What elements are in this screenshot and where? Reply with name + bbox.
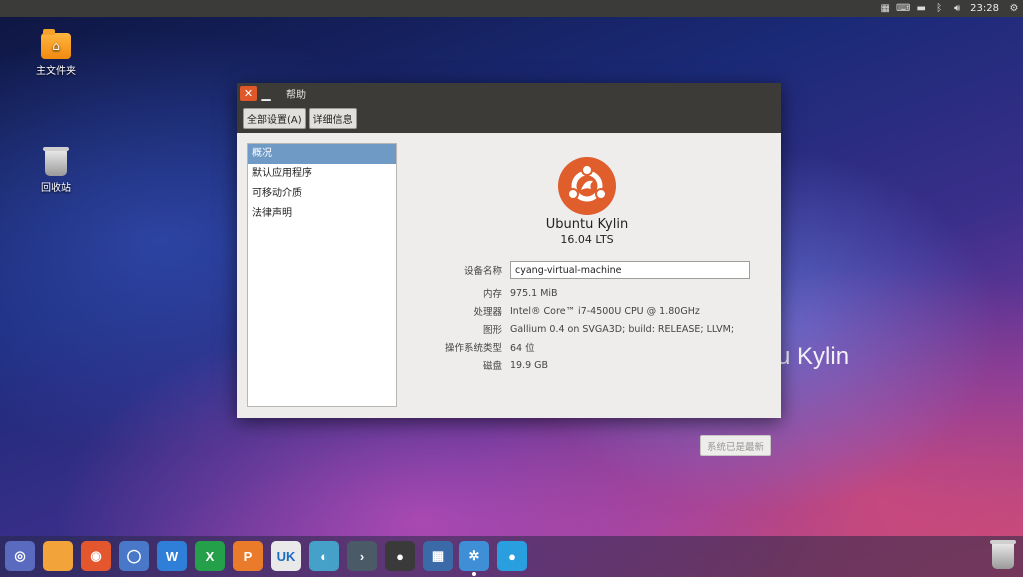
close-button[interactable]: ✕ (240, 86, 257, 101)
details-button[interactable]: 详细信息 (308, 108, 357, 129)
writer-icon: W (165, 548, 179, 564)
dock-item-wps-presentation[interactable]: P (233, 541, 263, 571)
dock-item-wps-writer[interactable]: W (157, 541, 187, 571)
info-row-graphics: 图形 Gallium 0.4 on SVGA3D; build: RELEASE… (427, 320, 757, 338)
assistant-icon: ◐ (320, 548, 328, 564)
desktop-icon-label: 主文件夹 (36, 66, 76, 77)
processor-value: Intel® Core™ i7-4500U CPU @ 1.80GHz (510, 305, 700, 317)
nav-list: 概况 默认应用程序 可移动介质 法律声明 (247, 143, 397, 407)
dock: ◎ ◉ ◯ W X P UK ◐ › ● ▦ ✲ ● (0, 536, 1023, 577)
os-name: Ubuntu Kylin (545, 217, 629, 232)
trash-icon (990, 540, 1016, 569)
dock-trash-button[interactable] (988, 540, 1018, 571)
window-toolbar: 全部设置(A) 详细信息 (237, 104, 781, 133)
os-logo-block: Ubuntu Kylin 16.04 LTS (537, 157, 637, 246)
volume-icon[interactable]: 🔊︎ (948, 0, 966, 17)
dock-item-system-settings[interactable]: ✲ (459, 541, 489, 576)
info-label: 操作系统类型 (444, 343, 502, 354)
minimize-button[interactable]: ▁ (258, 86, 274, 101)
terminal-icon: › (359, 548, 365, 564)
info-row-device-name: 设备名称 (427, 261, 757, 279)
info-label: 处理器 (473, 307, 502, 318)
info-row-processor: 处理器 Intel® Core™ i7-4500U CPU @ 1.80GHz (427, 302, 757, 320)
disk-value: 19.9 GB (510, 359, 549, 371)
device-name-input[interactable] (510, 261, 750, 279)
clock[interactable]: 23:28 (966, 3, 1005, 14)
details-window: ✕ ▁ 帮助 全部设置(A) 详细信息 概况 默认应用程序 可移动介质 法律声明 (237, 83, 781, 456)
minimize-icon: ▁ (261, 86, 271, 101)
dock-item-terminal[interactable]: › (347, 541, 377, 571)
memory-value: 975.1 MiB (510, 287, 558, 299)
spreadsheet-icon: X (205, 548, 215, 564)
nav-item-removable-media[interactable]: 可移动介质 (248, 184, 396, 204)
info-label: 设备名称 (463, 266, 502, 277)
os-version: 16.04 LTS (560, 233, 614, 246)
bluetooth-icon[interactable]: ᛒ (930, 0, 948, 17)
desktop-icon-trash[interactable]: 回收站 (26, 147, 86, 194)
dock-item-chromium[interactable]: ◯ (119, 541, 149, 571)
graphics-value: Gallium 0.4 on SVGA3D; build: RELEASE; L… (510, 323, 735, 335)
close-icon: ✕ (243, 87, 254, 100)
info-row-os-type: 操作系统类型 64 位 (427, 338, 757, 356)
gear-icon[interactable]: ⚙ (1005, 0, 1023, 17)
dock-item-firefox[interactable]: ◉ (81, 541, 111, 571)
dock-item-start-menu[interactable]: ◎ (5, 541, 35, 571)
dock-item-video-player[interactable]: ● (385, 541, 415, 571)
info-label: 图形 (482, 325, 502, 336)
dock-item-workspace-switcher[interactable]: ▦ (423, 541, 453, 571)
info-label: 磁盘 (482, 361, 502, 372)
wallpaper-watermark: u Kylin (777, 343, 850, 370)
dock-item-software-center[interactable]: UK (271, 541, 301, 571)
window-content: 概况 默认应用程序 可移动介质 法律声明 Ubuntu Kylin 16.04 … (237, 133, 781, 456)
info-label: 内存 (482, 289, 502, 300)
trash-icon (43, 147, 69, 176)
dock-item-assistant[interactable]: ◐ (309, 541, 339, 571)
dock-item-wps-spreadsheet[interactable]: X (195, 541, 225, 571)
presentation-icon: P (243, 548, 253, 564)
home-folder-icon: ⌂ (41, 29, 71, 59)
keyboard-icon[interactable]: ⌨ (894, 0, 912, 17)
top-panel: ▦ ⌨ ▬ ᛒ 🔊︎ 23:28 ⚙ (0, 0, 1023, 17)
os-type-value: 64 位 (510, 343, 535, 354)
desktop-icon-label: 回收站 (41, 183, 71, 194)
browser-icon: ◯ (126, 548, 142, 563)
ubuntu-kylin-icon: ◎ (14, 548, 26, 563)
software-center-icon: UK (276, 548, 296, 564)
nav-item-overview[interactable]: 概况 (248, 144, 396, 164)
ubuntu-kylin-logo-icon (558, 157, 616, 215)
nav-item-default-apps[interactable]: 默认应用程序 (248, 164, 396, 184)
dock-item-files[interactable] (43, 541, 73, 571)
firefox-icon: ◉ (90, 548, 102, 563)
nav-item-legal[interactable]: 法律声明 (248, 204, 396, 224)
system-info-icon: ● (508, 548, 516, 564)
window-title: 帮助 (286, 90, 306, 101)
info-row-memory: 内存 975.1 MiB (427, 284, 757, 302)
workspaces-icon: ▦ (431, 548, 445, 563)
info-row-disk: 磁盘 19.9 GB (427, 356, 757, 374)
input-method-icon[interactable]: ▬ (912, 0, 930, 17)
video-player-icon: ● (396, 548, 404, 564)
all-settings-button[interactable]: 全部设置(A) (243, 108, 306, 129)
settings-gear-icon: ✲ (468, 548, 480, 563)
window-titlebar[interactable]: ✕ ▁ 帮助 (237, 83, 781, 104)
system-up-to-date-button[interactable]: 系统已是最新 (700, 435, 771, 456)
desktop-icon-home[interactable]: ⌂ 主文件夹 (26, 29, 86, 77)
calendar-icon[interactable]: ▦ (876, 0, 894, 17)
dock-item-system-info[interactable]: ● (497, 541, 527, 571)
